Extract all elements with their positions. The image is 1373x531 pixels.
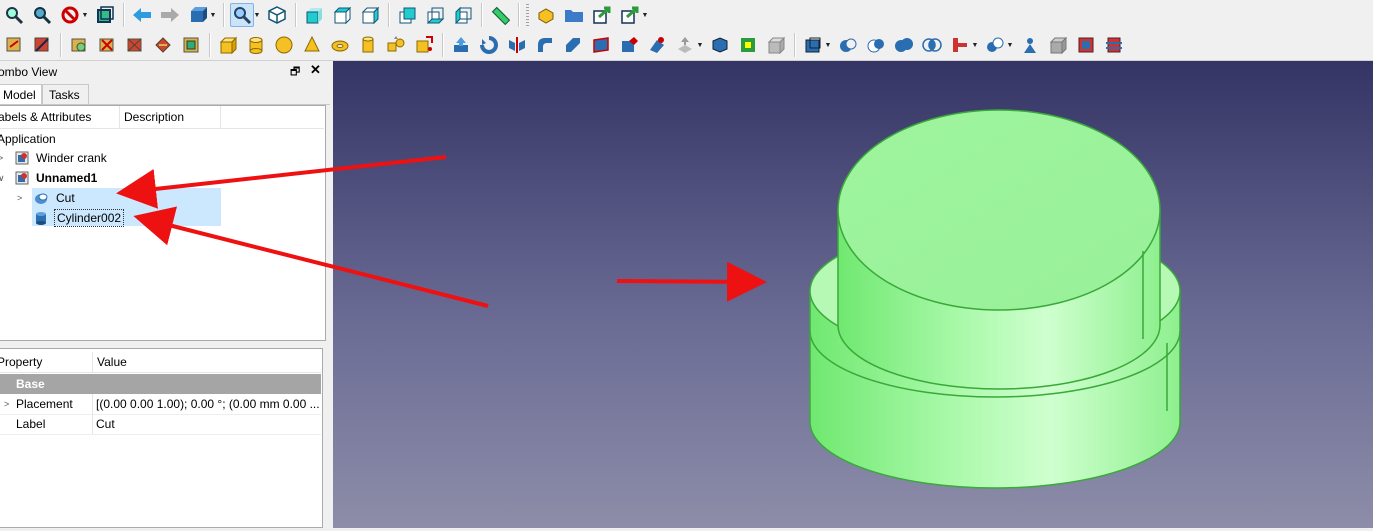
annotation-arrow-to-cut xyxy=(116,155,447,209)
annotation-arrow-to-model xyxy=(616,261,767,302)
annotation-overlay xyxy=(116,155,767,308)
annotation-arrow-to-cylinder002 xyxy=(133,206,489,308)
